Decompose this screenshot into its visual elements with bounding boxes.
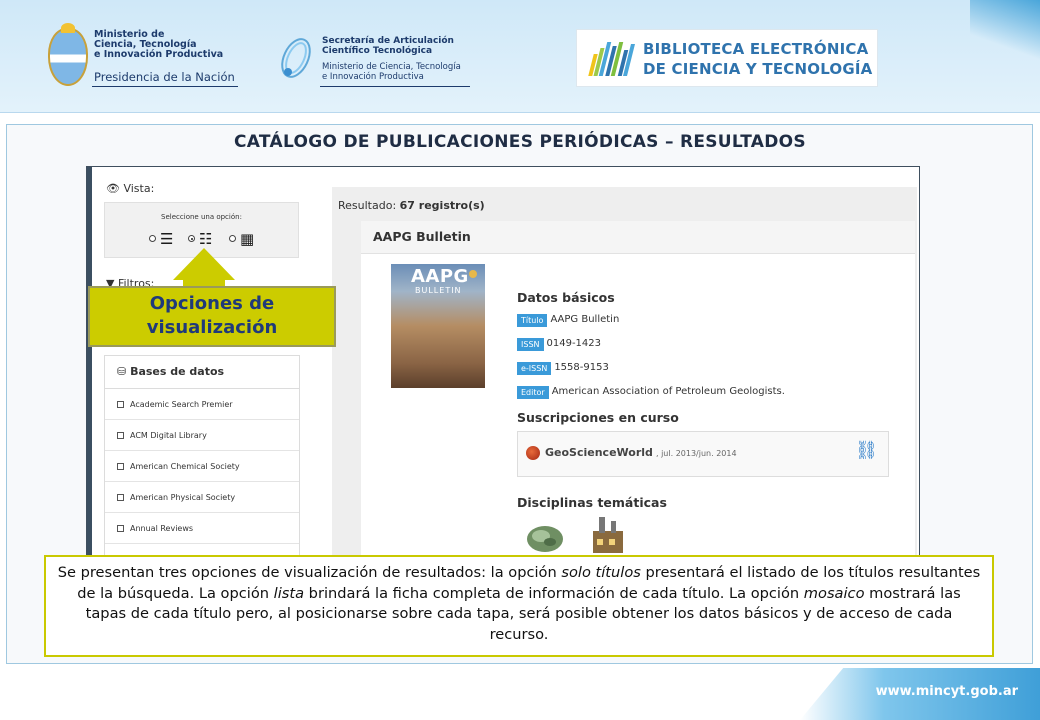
list-item[interactable]: American Physical Society — [105, 482, 299, 513]
geoscienceworld-logo-icon — [526, 446, 540, 460]
field-titulo: Título AAPG Bulletin — [517, 314, 619, 328]
cover-emblem-icon — [469, 270, 477, 278]
list-item[interactable]: Academic Search Premier — [105, 389, 299, 420]
ministerio-rule — [92, 86, 238, 87]
secretaria-swirl-icon — [281, 38, 311, 78]
suscripciones-title: Suscripciones en curso — [517, 410, 679, 425]
list-detail-icon: ☷ — [199, 230, 213, 248]
badge-issn: ISSN — [517, 338, 544, 351]
badge-eissn: e-ISSN — [517, 362, 552, 375]
sidebar: 👁 Vista: Seleccione una opción: ☰ ☷ ▦ ▼ … — [92, 167, 320, 557]
national-shield-icon — [48, 23, 88, 86]
ministerio-name: Ministerio de Ciencia, Tecnología e Inno… — [94, 29, 224, 60]
journal-cover-image[interactable]: AAPG BULLETIN — [391, 264, 485, 388]
biblioteca-line1: BIBLIOTECA ELECTRÓNICA — [643, 40, 869, 58]
checkbox[interactable] — [117, 401, 124, 408]
databases-header[interactable]: ⛁ Bases de datos — [105, 356, 299, 389]
secretaria-logo[interactable]: Secretaría de Articulación Científico Te… — [276, 28, 471, 90]
checkbox[interactable] — [117, 463, 124, 470]
cover-subtitle: BULLETIN — [415, 286, 462, 295]
vista-label: 👁 Vista: — [106, 182, 155, 195]
list-item[interactable]: Annual Reviews — [105, 513, 299, 544]
ministerio-logo[interactable]: Ministerio de Ciencia, Tecnología e Inno… — [48, 23, 238, 90]
biblioteca-line2: DE CIENCIA Y TECNOLOGÍA — [643, 60, 873, 78]
description-box: Se presentan tres opciones de visualizac… — [44, 555, 994, 657]
catalog-screenshot: 👁 Vista: Seleccione una opción: ☰ ☷ ▦ ▼ … — [86, 166, 920, 558]
eye-icon: 👁 — [106, 182, 120, 195]
radio-solo-titulos[interactable] — [149, 235, 156, 242]
radio-lista[interactable] — [188, 235, 195, 242]
page-title: CATÁLOGO DE PUBLICACIONES PERIÓDICAS – R… — [234, 132, 806, 152]
link-icon[interactable]: ⛓ — [855, 440, 878, 461]
checkbox[interactable] — [117, 494, 124, 501]
header-corner-decoration — [970, 0, 1040, 60]
list-item[interactable]: ACM Digital Library — [105, 420, 299, 451]
radio-mosaico[interactable] — [229, 235, 236, 242]
datos-basicos-title: Datos básicos — [517, 290, 615, 305]
field-editor: Editor American Association of Petroleum … — [517, 386, 785, 400]
result-card: AAPG Bulletin AAPG BULLETIN Datos básico… — [361, 221, 915, 557]
database-icon: ⛁ — [117, 365, 127, 378]
badge-titulo: Título — [517, 314, 548, 327]
subscription-name: GeoScienceWorld — [545, 446, 653, 459]
footer-url[interactable]: www.mincyt.gob.ar — [876, 684, 1018, 699]
geology-rock-icon[interactable] — [525, 521, 565, 555]
cover-title: AAPG — [411, 266, 469, 287]
view-options-callout: Opciones de visualización — [88, 286, 336, 347]
secretaria-name: Secretaría de Articulación Científico Te… — [322, 36, 454, 56]
biblioteca-logo[interactable]: BIBLIOTECA ELECTRÓNICA DE CIENCIA Y TECN… — [577, 30, 877, 86]
books-icon — [588, 42, 637, 76]
presidencia-label: Presidencia de la Nación — [94, 70, 235, 84]
result-count: Resultado: 67 registro(s) — [338, 199, 485, 212]
databases-panel: ⛁ Bases de datos Academic Search Premier… — [104, 355, 300, 557]
view-options-title: Seleccione una opción: — [161, 213, 242, 221]
list-item[interactable]: American Chemical Society — [105, 451, 299, 482]
subscription-dates: , jul. 2013/jun. 2014 — [656, 449, 737, 458]
grid-icon: ▦ — [240, 230, 255, 248]
checkbox[interactable] — [117, 525, 124, 532]
secretaria-rule — [320, 86, 470, 87]
secretaria-ministerio: Ministerio de Ciencia, Tecnología e Inno… — [322, 62, 461, 82]
results-area: Resultado: 67 registro(s) AAPG Bulletin … — [332, 187, 917, 557]
checkbox[interactable] — [117, 432, 124, 439]
result-card-title[interactable]: AAPG Bulletin — [361, 221, 915, 254]
header-banner: Ministerio de Ciencia, Tecnología e Inno… — [0, 0, 1040, 113]
industry-factory-icon[interactable] — [589, 513, 629, 557]
badge-editor: Editor — [517, 386, 549, 399]
field-eissn: e-ISSN 1558-9153 — [517, 362, 609, 376]
field-issn: ISSN 0149-1423 — [517, 338, 601, 352]
subscription-box[interactable]: GeoScienceWorld , jul. 2013/jun. 2014 ⛓ — [517, 431, 889, 477]
callout-arrow-icon — [173, 248, 235, 280]
disciplinas-title: Disciplinas temáticas — [517, 495, 667, 510]
list-lines-icon: ☰ — [160, 230, 174, 248]
